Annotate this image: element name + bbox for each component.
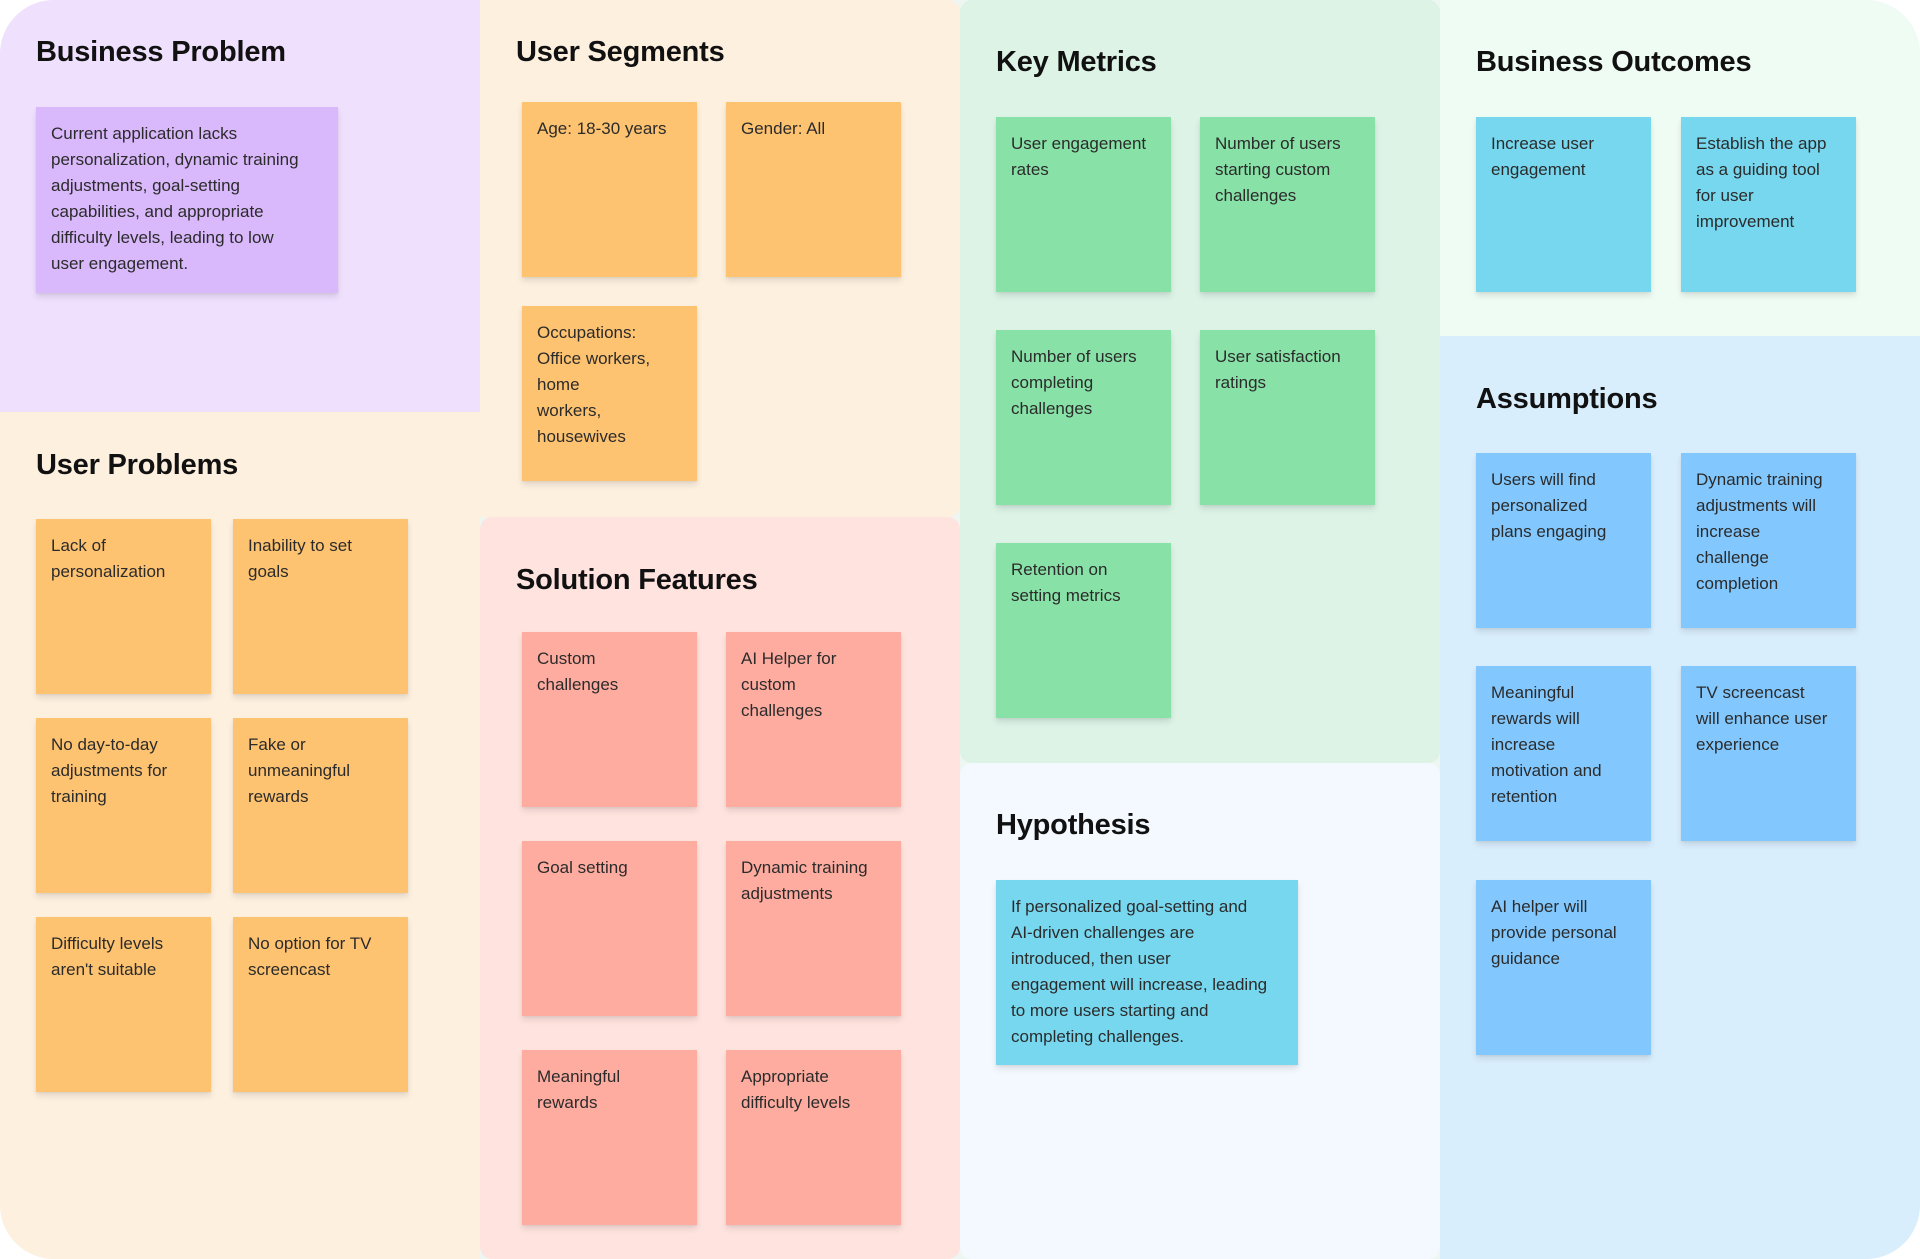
sticky-note[interactable]: Current application lacks personalizatio… [36,107,338,293]
sticky-note[interactable]: Gender: All [726,102,901,277]
sticky-note[interactable]: Age: 18-30 years [522,102,697,277]
canvas-board: Business Problem Current application lac… [0,0,1920,1259]
sticky-note[interactable]: Fake or unmeaningful rewards [233,718,408,893]
business-problem-section: Business Problem Current application lac… [0,0,480,412]
section-title: Hypothesis [996,809,1151,841]
sticky-note[interactable]: TV screencast will enhance user experien… [1681,666,1856,841]
section-title: Business Problem [36,36,286,68]
sticky-note[interactable]: AI Helper for custom challenges [726,632,901,807]
sticky-note[interactable]: Inability to set goals [233,519,408,694]
section-title: User Problems [36,449,239,481]
section-title: Business Outcomes [1476,46,1752,78]
sticky-note[interactable]: No day-to-day adjustments for training [36,718,211,893]
key-metrics-section: Key Metrics User engagement rates Number… [960,0,1440,763]
assumptions-section: Assumptions Users will find personalized… [1440,336,1920,1259]
sticky-note[interactable]: Lack of personalization [36,519,211,694]
hypothesis-section: Hypothesis If personalized goal-setting … [960,763,1440,1259]
section-title: Assumptions [1476,383,1658,415]
solution-features-section: Solution Features Custom challenges AI H… [480,517,960,1259]
sticky-note[interactable]: Increase user engagement [1476,117,1651,292]
sticky-note[interactable]: Occupations: Office workers, home worker… [522,306,697,481]
sticky-note[interactable]: AI helper will provide personal guidance [1476,880,1651,1055]
sticky-note[interactable]: Number of users starting custom challeng… [1200,117,1375,292]
section-title: Solution Features [516,564,758,596]
business-outcomes-section: Business Outcomes Increase user engageme… [1440,0,1920,336]
user-segments-section: User Segments Age: 18-30 years Gender: A… [480,0,960,517]
sticky-note[interactable]: Difficulty levels aren't suitable [36,917,211,1092]
sticky-note[interactable]: User satisfaction ratings [1200,330,1375,505]
sticky-note[interactable]: Meaningful rewards [522,1050,697,1225]
sticky-note[interactable]: User engagement rates [996,117,1171,292]
section-title: User Segments [516,36,725,68]
user-problems-section: User Problems Lack of personalization In… [0,412,480,1259]
sticky-note[interactable]: Users will find personalized plans engag… [1476,453,1651,628]
sticky-note[interactable]: Dynamic training adjustments will increa… [1681,453,1856,628]
sticky-note[interactable]: Number of users completing challenges [996,330,1171,505]
sticky-note[interactable]: Retention on setting metrics [996,543,1171,718]
section-title: Key Metrics [996,46,1157,78]
sticky-note[interactable]: Dynamic training adjustments [726,841,901,1016]
sticky-note[interactable]: Appropriate difficulty levels [726,1050,901,1225]
sticky-note[interactable]: Meaningful rewards will increase motivat… [1476,666,1651,841]
sticky-note[interactable]: If personalized goal-setting and AI-driv… [996,880,1298,1065]
sticky-note[interactable]: No option for TV screencast [233,917,408,1092]
sticky-note[interactable]: Establish the app as a guiding tool for … [1681,117,1856,292]
sticky-note[interactable]: Custom challenges [522,632,697,807]
sticky-note[interactable]: Goal setting [522,841,697,1016]
